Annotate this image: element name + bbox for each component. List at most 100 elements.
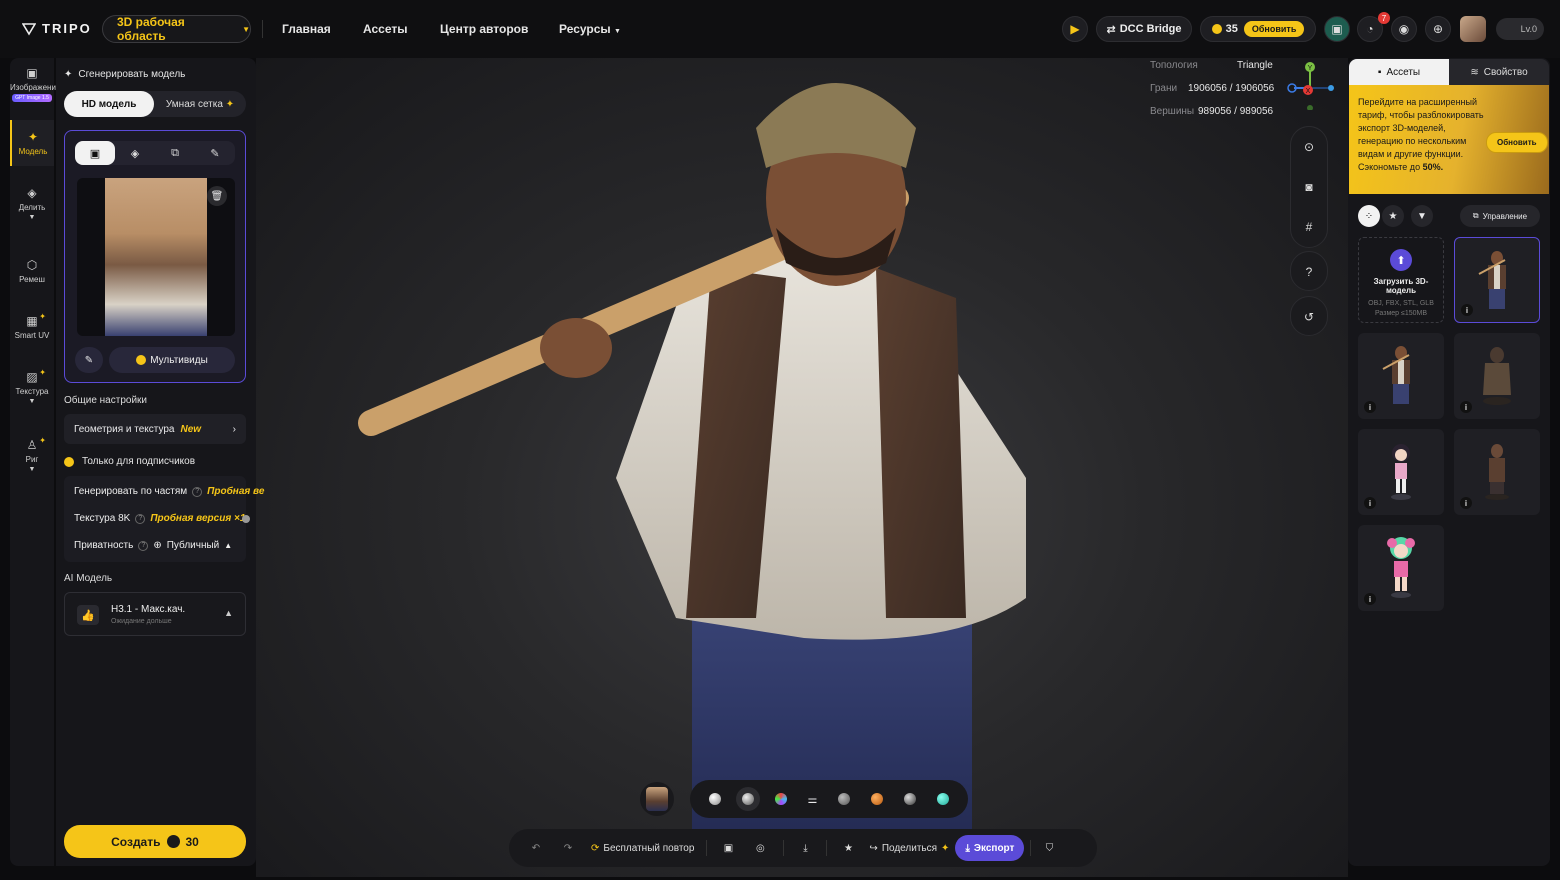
geometry-texture-row[interactable]: Геометрия и текстура New › xyxy=(64,414,246,444)
asset-thumbnail xyxy=(1382,346,1410,404)
asset-card[interactable]: i xyxy=(1358,429,1444,515)
star-icon[interactable]: ★ xyxy=(833,829,863,867)
multi-image-icon[interactable]: ⧉ xyxy=(155,141,195,165)
dcc-bridge-button[interactable]: ⇄ DCC Bridge xyxy=(1096,16,1192,42)
normal-material-icon[interactable] xyxy=(774,793,787,805)
pencil-icon[interactable]: ✎ xyxy=(195,141,235,165)
sliders-icon[interactable]: ⚌ xyxy=(808,793,818,806)
tab-properties[interactable]: ≋ Свойство xyxy=(1449,59,1549,85)
trash-icon[interactable]: 🗑 xyxy=(207,186,227,206)
redo-icon[interactable]: ↷ xyxy=(551,829,585,867)
rail-label-model: Модель xyxy=(18,147,48,156)
help-icon[interactable]: ? xyxy=(138,540,149,551)
info-icon[interactable]: i xyxy=(1460,497,1472,509)
axis-gizmo[interactable]: Y X xyxy=(1286,60,1336,110)
clay-material-icon[interactable] xyxy=(708,793,721,805)
rail-item-smart-uv[interactable]: ✦ ▦ Smart UV xyxy=(10,312,54,340)
promo-text: Перейдите на расширенный тариф, чтобы ра… xyxy=(1358,96,1488,174)
hd-model-tab[interactable]: HD модель xyxy=(64,91,154,117)
tab-assets[interactable]: ▪ Ассеты xyxy=(1349,59,1449,85)
rail-item-image[interactable]: ▣ Изображени GPT Image 1.5 xyxy=(10,66,56,102)
nav-assets[interactable]: Ассеты xyxy=(363,22,408,36)
swap-model-icon[interactable]: ◎ xyxy=(743,829,777,867)
gen-by-parts-row[interactable]: Генерировать по частям ? Пробная ве xyxy=(74,486,264,497)
tripo-logo[interactable]: TRIPO xyxy=(22,21,92,36)
teal-light-icon[interactable] xyxy=(937,793,950,805)
smart-mesh-tab[interactable]: Умная сетка ✦ xyxy=(154,91,246,117)
orange-light-icon[interactable] xyxy=(871,793,884,805)
globe-icon[interactable]: ⊕ xyxy=(1425,16,1451,42)
asset-card[interactable]: i xyxy=(1358,525,1444,611)
grid-icon[interactable]: # xyxy=(1291,207,1327,247)
info-icon[interactable]: i xyxy=(1364,593,1376,605)
level-text: Lv.0 xyxy=(1520,24,1537,34)
camera-icon[interactable]: ◙ xyxy=(1291,167,1327,207)
rail-item-remesh[interactable]: ⬡ Ремеш xyxy=(10,258,54,284)
promo-body: Перейдите на расширенный тариф, чтобы ра… xyxy=(1358,97,1484,172)
asset-card[interactable]: i xyxy=(1454,333,1540,419)
ai-model-selector[interactable]: 👍 H3.1 - Макс.кач. Ожидание дольше ▲ xyxy=(64,592,246,636)
level-badge[interactable]: Lv.0 xyxy=(1496,18,1544,40)
help-icon[interactable]: ? xyxy=(135,513,146,524)
asset-card[interactable]: i xyxy=(1358,333,1444,419)
help-button[interactable]: ? xyxy=(1290,251,1328,291)
studio-light-icon[interactable] xyxy=(904,793,917,805)
reference-thumbnail[interactable] xyxy=(640,782,674,816)
subscribers-text: Только для подписчиков xyxy=(82,456,196,467)
shield-icon[interactable]: ⛉ xyxy=(1037,829,1061,867)
upload-3d-model[interactable]: ⬆ Загрузить 3D-модель OBJ, FBX, STL, GLB… xyxy=(1358,237,1444,323)
share-button[interactable]: ↪ Поделиться ✦ xyxy=(863,829,955,867)
discord-icon[interactable]: ◉ xyxy=(1391,16,1417,42)
grid-view-icon[interactable]: ⁘ xyxy=(1358,205,1380,227)
rail-item-split[interactable]: ◈ Делить ▼ xyxy=(10,186,54,221)
chevron-down-icon: ▼ xyxy=(28,398,36,405)
nav-home[interactable]: Главная xyxy=(282,22,331,36)
help-icon[interactable]: ? xyxy=(192,486,203,497)
info-icon[interactable]: i xyxy=(1461,304,1473,316)
funnel-icon[interactable]: ▼ xyxy=(1411,205,1433,227)
credits-pill[interactable]: 35 Обновить xyxy=(1200,16,1316,42)
gift-icon[interactable]: ▣ xyxy=(1324,16,1350,42)
textured-material-icon[interactable] xyxy=(741,793,754,805)
asset-thumbnail xyxy=(1485,444,1509,500)
info-icon[interactable]: i xyxy=(1364,401,1376,413)
globe-icon: ⊕ xyxy=(153,540,162,551)
promo-icon[interactable]: ▶ xyxy=(1062,16,1088,42)
manage-button[interactable]: ⧉ Управление xyxy=(1460,205,1540,227)
gift-icon[interactable]: ▣ xyxy=(713,829,743,867)
workspace-dropdown[interactable]: 3D рабочая область ▼ xyxy=(102,15,251,43)
multiview-button[interactable]: Мультивиды xyxy=(109,347,235,373)
history-button[interactable]: ↺ xyxy=(1290,296,1328,336)
rail-item-model[interactable]: ✦ Модель xyxy=(10,120,54,166)
asset-card[interactable]: i xyxy=(1454,237,1540,323)
matte-light-icon[interactable] xyxy=(838,793,851,805)
reset-view-icon[interactable]: ⊙ xyxy=(1291,127,1327,167)
single-image-icon[interactable]: ▣ xyxy=(75,141,115,165)
uploaded-image[interactable]: 🗑 xyxy=(77,178,235,336)
nav-resources[interactable]: Ресурсы ▼ xyxy=(559,22,621,36)
texture-8k-toggle[interactable] xyxy=(242,514,250,523)
nav-creators[interactable]: Центр авторов xyxy=(440,22,528,36)
upgrade-button[interactable]: Обновить xyxy=(1243,21,1305,37)
undo-icon[interactable]: ↶ xyxy=(521,829,551,867)
3d-viewport[interactable] xyxy=(256,58,1348,877)
create-button[interactable]: Создать 30 xyxy=(64,825,246,858)
privacy-value[interactable]: Публичный xyxy=(167,540,220,551)
avatar[interactable] xyxy=(1460,16,1486,42)
free-retry-button[interactable]: ⟳ Бесплатный повтор xyxy=(585,829,700,867)
rail-item-texture[interactable]: ✦ ▨ Текстура ▼ xyxy=(10,368,54,405)
star-filter-icon[interactable]: ★ xyxy=(1382,205,1404,227)
asset-card[interactable]: i xyxy=(1454,429,1540,515)
info-icon[interactable]: i xyxy=(1364,497,1376,509)
export-button[interactable]: ⤓ Экспорт xyxy=(955,835,1025,861)
texture-icon: ▨ xyxy=(26,370,38,384)
download-mesh-icon[interactable]: ⤓ xyxy=(790,829,820,867)
edit-icon[interactable]: ✎ xyxy=(75,347,103,373)
info-icon[interactable]: i xyxy=(1460,401,1472,413)
texture-8k-row[interactable]: Текстура 8K ? Пробная версия ×1 xyxy=(74,513,250,524)
rail-item-rig[interactable]: ✦ ♙ Риг ▼ xyxy=(10,436,54,473)
promo-upgrade-button[interactable]: Обновить xyxy=(1486,132,1548,153)
cube-icon[interactable]: ◈ xyxy=(115,141,155,165)
chevron-right-icon: › xyxy=(232,423,236,435)
privacy-row[interactable]: Приватность ? ⊕ Публичный ▲ xyxy=(74,540,232,551)
